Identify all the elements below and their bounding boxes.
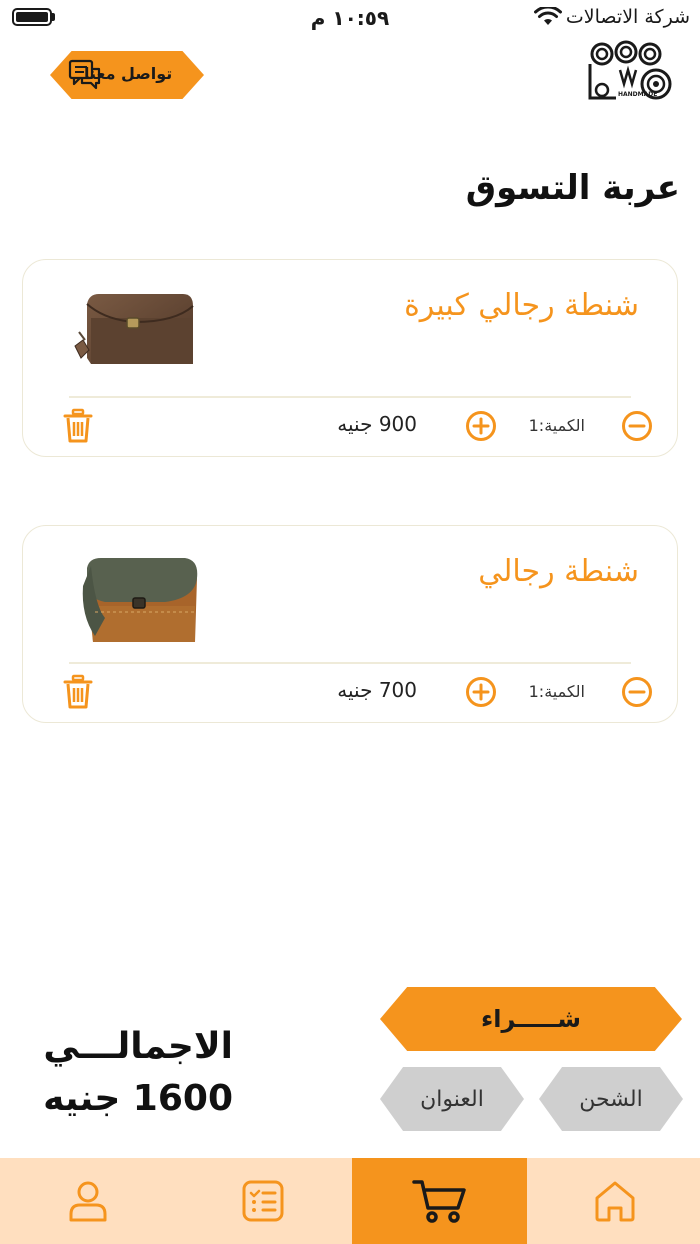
cart-item: شنطة رجالي كبيرة الكمية:1 900 جنيه	[22, 259, 678, 457]
cart-icon	[411, 1180, 466, 1223]
product-name[interactable]: شنطة رجالي	[478, 554, 639, 589]
cart-item: شنطة رجالي الكمية:1 700 جنيه	[22, 525, 678, 723]
carrier-name: شركة الاتصالات	[565, 6, 690, 28]
shipping-button[interactable]: الشحن	[539, 1067, 683, 1131]
contact-us-label[interactable]: تواصل معنا	[84, 64, 172, 83]
battery-icon	[12, 8, 52, 26]
decrease-quantity-button[interactable]	[621, 676, 653, 708]
tab-orders[interactable]	[175, 1158, 350, 1244]
quantity-label: الكمية:1	[528, 416, 585, 435]
item-price: 700 جنيه	[337, 678, 417, 702]
handmade-logo: HANDMADE	[588, 40, 672, 100]
tab-profile[interactable]	[0, 1158, 175, 1244]
product-image[interactable]	[65, 546, 205, 646]
total-value: 1600 جنيه	[43, 1078, 233, 1119]
status-bar: ١٠:٥٩ م شركة الاتصالات	[0, 0, 700, 36]
page-title: عربة التسوق	[465, 168, 680, 208]
buy-label: شـــــراء	[480, 1005, 582, 1033]
product-image[interactable]	[65, 280, 205, 380]
total-label: الاجمالـــي	[43, 1026, 233, 1067]
tab-cart[interactable]	[352, 1158, 527, 1244]
divider	[69, 396, 631, 398]
decrease-quantity-button[interactable]	[621, 410, 653, 442]
increase-quantity-button[interactable]	[465, 410, 497, 442]
shipping-label: الشحن	[579, 1086, 643, 1112]
address-label: العنوان	[420, 1086, 484, 1112]
address-button[interactable]: العنوان	[380, 1067, 524, 1131]
orders-icon	[242, 1180, 283, 1222]
trash-icon[interactable]	[63, 674, 93, 710]
item-price: 900 جنيه	[337, 412, 417, 436]
buy-button[interactable]: شـــــراء	[380, 987, 682, 1051]
logo-text: HANDMADE	[618, 91, 657, 98]
wifi-icon	[534, 7, 562, 25]
increase-quantity-button[interactable]	[465, 676, 497, 708]
home-icon	[595, 1181, 634, 1222]
bottom-nav	[0, 1158, 700, 1244]
tab-home[interactable]	[527, 1158, 700, 1244]
trash-icon[interactable]	[63, 408, 93, 444]
product-name[interactable]: شنطة رجالي كبيرة	[404, 288, 639, 323]
quantity-label: الكمية:1	[528, 682, 585, 701]
profile-icon	[69, 1181, 106, 1222]
divider	[69, 662, 631, 664]
quantity-value: 1	[528, 682, 539, 701]
quantity-value: 1	[528, 416, 539, 435]
status-time: ١٠:٥٩ م	[310, 6, 390, 30]
